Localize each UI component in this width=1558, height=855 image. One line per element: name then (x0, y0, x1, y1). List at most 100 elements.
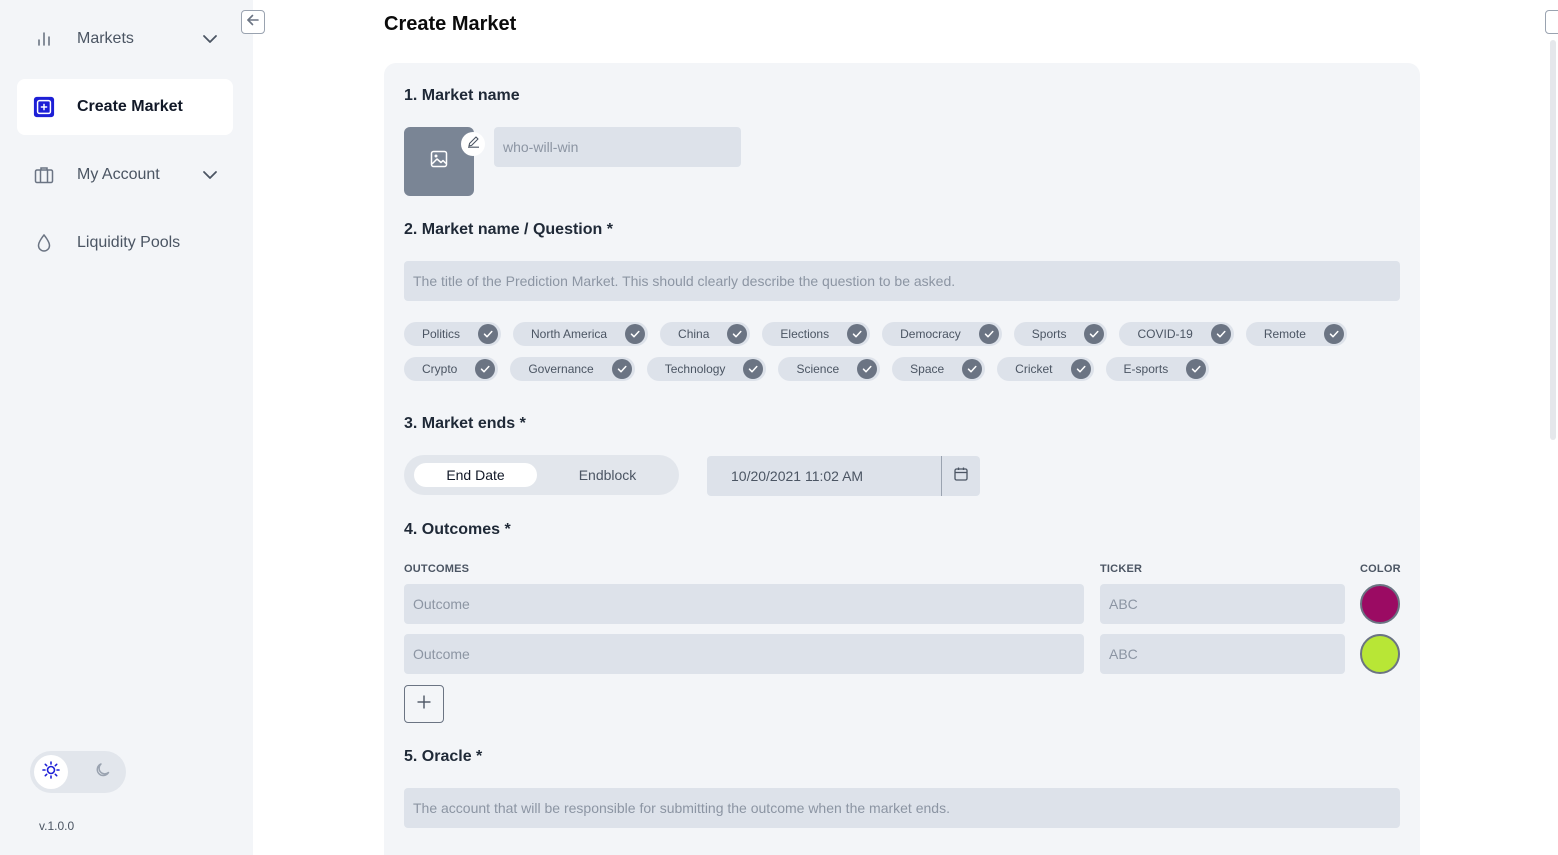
tag-label: Cricket (1015, 362, 1053, 376)
check-icon (1186, 359, 1207, 379)
light-mode-button[interactable] (34, 755, 68, 789)
tag-cricket[interactable]: Cricket (997, 357, 1094, 381)
tags-row-1: Politics North America China Elections D… (404, 322, 1347, 346)
color-column-header: COLOR (1360, 563, 1401, 575)
section-title-oracle: 5. Oracle * (404, 748, 483, 765)
tag-sports[interactable]: Sports (1013, 322, 1108, 346)
check-icon (1323, 324, 1344, 344)
scrollbar[interactable] (1550, 40, 1556, 440)
check-icon (727, 324, 748, 344)
check-icon (857, 359, 878, 379)
expand-right-panel-button[interactable] (1545, 10, 1558, 34)
tag-label: Sports (1031, 327, 1067, 341)
image-icon (430, 150, 448, 173)
check-icon (962, 359, 983, 379)
collapse-sidebar-button[interactable] (241, 10, 265, 34)
app-root: Markets Create Market My Account Liquidi… (0, 0, 1558, 855)
tags-row-2: Crypto Governance Technology Science Spa… (404, 357, 1210, 381)
tag-label: Remote (1263, 327, 1306, 341)
tag-covid-19[interactable]: COVID-19 (1119, 322, 1234, 346)
tag-label: Politics (422, 327, 461, 341)
tag-elections[interactable]: Elections (762, 322, 871, 346)
tag-label: China (678, 327, 710, 341)
sidebar-item-create-market[interactable]: Create Market (17, 79, 233, 135)
tag-e-sports[interactable]: E-sports (1105, 357, 1210, 381)
chevron-down-icon[interactable] (201, 166, 219, 184)
tag-china[interactable]: China (660, 322, 751, 346)
sidebar: Markets Create Market My Account Liquidi… (0, 0, 253, 855)
tag-science[interactable]: Science (778, 357, 881, 381)
chevron-down-icon[interactable] (201, 30, 219, 48)
tag-label: Space (910, 362, 945, 376)
end-date-option[interactable]: End Date (414, 463, 537, 487)
tag-label: COVID-19 (1137, 327, 1193, 341)
arrow-left-icon (246, 13, 260, 32)
end-date-input[interactable]: 10/20/2021 11:02 AM (707, 456, 941, 496)
market-slug-input[interactable] (494, 127, 741, 167)
market-question-input[interactable] (404, 261, 1400, 301)
add-outcome-button[interactable] (404, 685, 444, 723)
briefcase-icon (33, 164, 55, 186)
calendar-icon (953, 466, 969, 487)
tag-crypto[interactable]: Crypto (404, 357, 499, 381)
droplet-icon (33, 232, 55, 254)
outcomes-column-header: OUTCOMES (404, 563, 470, 575)
section-title-question: 2. Market name / Question * (404, 221, 613, 238)
pencil-icon (467, 135, 480, 153)
sidebar-item-label: Markets (77, 30, 134, 47)
edit-image-button[interactable] (461, 132, 485, 156)
tag-label: Science (796, 362, 840, 376)
plus-square-icon (33, 96, 55, 118)
tag-governance[interactable]: Governance (510, 357, 635, 381)
sidebar-item-my-account[interactable]: My Account (17, 147, 233, 203)
ticker-column-header: TICKER (1100, 563, 1143, 575)
sidebar-item-liquidity-pools[interactable]: Liquidity Pools (17, 215, 233, 271)
sun-icon (42, 760, 60, 784)
outcome-color-picker[interactable] (1360, 634, 1400, 674)
check-icon (1070, 359, 1091, 379)
check-icon (743, 359, 764, 379)
check-icon (978, 324, 999, 344)
section-title-market-ends: 3. Market ends * (404, 415, 526, 432)
tag-label: E-sports (1123, 362, 1169, 376)
ticker-input[interactable] (1100, 634, 1345, 674)
check-icon (475, 359, 496, 379)
check-icon (847, 324, 868, 344)
tag-label: Democracy (900, 327, 961, 341)
check-icon (625, 324, 646, 344)
plus-icon (416, 694, 432, 715)
check-icon (1210, 324, 1231, 344)
page-title: Create Market (384, 13, 517, 35)
check-icon (1084, 324, 1105, 344)
tag-democracy[interactable]: Democracy (882, 322, 1002, 346)
oracle-input[interactable] (404, 788, 1400, 828)
date-picker-button[interactable] (941, 456, 980, 496)
ticker-input[interactable] (1100, 584, 1345, 624)
tag-politics[interactable]: Politics (404, 322, 502, 346)
tag-space[interactable]: Space (892, 357, 986, 381)
tag-north-america[interactable]: North America (513, 322, 649, 346)
sidebar-item-label: Liquidity Pools (77, 234, 181, 251)
check-icon (478, 324, 499, 344)
tag-label: Governance (528, 362, 594, 376)
tag-remote[interactable]: Remote (1245, 322, 1347, 346)
endblock-option[interactable]: Endblock (544, 463, 671, 487)
theme-toggle (30, 751, 126, 793)
app-version: v.1.0.0 (39, 819, 75, 833)
sidebar-item-label: Create Market (77, 98, 183, 115)
tag-label: North America (531, 327, 608, 341)
section-title-market-name: 1. Market name (404, 87, 520, 104)
outcome-color-picker[interactable] (1360, 584, 1400, 624)
sidebar-item-label: My Account (77, 166, 160, 183)
dark-mode-button[interactable] (86, 755, 120, 789)
moon-icon (94, 761, 112, 784)
check-icon (611, 359, 632, 379)
sidebar-item-markets[interactable]: Markets (17, 11, 233, 67)
bar-chart-icon (33, 28, 55, 50)
tag-technology[interactable]: Technology (646, 357, 767, 381)
section-title-outcomes: 4. Outcomes * (404, 521, 511, 538)
tag-label: Technology (664, 362, 726, 376)
outcome-input[interactable] (404, 634, 1084, 674)
outcome-input[interactable] (404, 584, 1084, 624)
tag-label: Elections (780, 327, 830, 341)
